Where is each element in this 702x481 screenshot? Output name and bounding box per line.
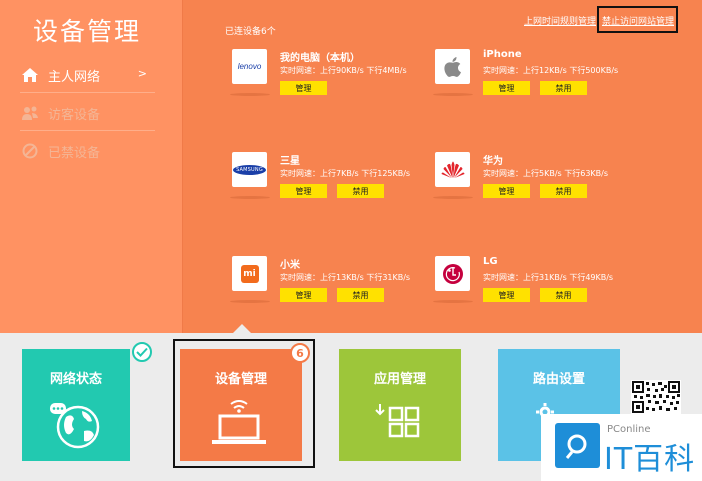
globe-icon bbox=[22, 389, 130, 461]
qr-code[interactable] bbox=[631, 380, 681, 414]
divider bbox=[20, 92, 155, 93]
sidebar-item-host-network[interactable]: 主人网络 > bbox=[20, 60, 155, 90]
divider bbox=[20, 130, 155, 131]
logo-shadow bbox=[433, 300, 473, 303]
sidebar-item-label: 访客设备 bbox=[48, 107, 101, 123]
ban-button[interactable]: 禁用 bbox=[337, 184, 384, 198]
device-card: mi 小米 实时网速：上行13KB/s 下行31KB/s 管理 禁用 bbox=[230, 256, 437, 316]
ban-button[interactable]: 禁用 bbox=[540, 184, 587, 198]
device-name: 华为 bbox=[483, 156, 503, 167]
device-speed: 实时网速：上行7KB/s 下行125KB/s bbox=[280, 169, 411, 178]
logo-text: mi bbox=[240, 264, 259, 283]
logo-text: SAMSUNG bbox=[233, 164, 266, 175]
tile-app-management[interactable]: 应用管理 bbox=[339, 349, 461, 461]
connected-count: 已连设备6个 bbox=[225, 27, 276, 37]
ban-button[interactable]: 禁用 bbox=[337, 288, 384, 302]
page-title: 设备管理 bbox=[33, 17, 142, 46]
manage-button[interactable]: 管理 bbox=[483, 81, 530, 95]
device-speed: 实时网速：上行90KB/s 下行4MB/s bbox=[280, 66, 407, 75]
sidebar-item-guest-devices[interactable]: 访客设备 bbox=[20, 98, 155, 128]
apps-grid-icon bbox=[339, 389, 461, 461]
sidebar-item-label: 主人网络 bbox=[48, 69, 101, 85]
samsung-logo: SAMSUNG bbox=[232, 152, 267, 187]
manage-button[interactable]: 管理 bbox=[483, 184, 530, 198]
device-name: LG bbox=[483, 256, 498, 267]
device-speed: 实时网速：上行5KB/s 下行63KB/s bbox=[483, 169, 609, 178]
device-card: lenovo 我的电脑（本机） 实时网速：上行90KB/s 下行4MB/s 管理 bbox=[230, 49, 437, 109]
tile-label: 路由设置 bbox=[532, 372, 585, 387]
ban-icon bbox=[20, 141, 40, 161]
home-icon bbox=[20, 65, 40, 85]
tile-label: 应用管理 bbox=[373, 372, 426, 387]
manage-button[interactable]: 管理 bbox=[280, 81, 327, 95]
logo-shadow bbox=[230, 196, 270, 199]
lenovo-logo: lenovo bbox=[232, 49, 267, 84]
magnifier-icon bbox=[555, 423, 600, 468]
sidebar bbox=[0, 0, 183, 333]
users-icon bbox=[20, 103, 40, 123]
device-name: 我的电脑（本机） bbox=[280, 53, 360, 64]
sidebar-item-banned-devices[interactable]: 已禁设备 bbox=[20, 136, 155, 166]
device-card: iPhone 实时网速：上行12KB/s 下行500KB/s 管理 禁用 bbox=[433, 49, 640, 109]
ban-button[interactable]: 禁用 bbox=[540, 288, 587, 302]
logo-text: lenovo bbox=[237, 62, 262, 71]
check-badge bbox=[132, 342, 152, 362]
huawei-icon bbox=[441, 161, 464, 178]
brand-watermark: PConline IT百科 bbox=[541, 414, 702, 481]
highlight-box bbox=[597, 6, 678, 33]
device-card: LG 实时网速：上行31KB/s 下行49KB/s 管理 禁用 bbox=[433, 256, 640, 316]
device-speed: 实时网速：上行13KB/s 下行31KB/s bbox=[280, 273, 411, 282]
apple-icon bbox=[443, 56, 461, 77]
manage-button[interactable]: 管理 bbox=[483, 288, 530, 302]
device-name: 小米 bbox=[280, 260, 300, 271]
logo-shadow bbox=[433, 93, 473, 96]
brand-big: IT百科 bbox=[604, 442, 696, 477]
lg-logo bbox=[435, 256, 470, 291]
device-card: 华为 实时网速：上行5KB/s 下行63KB/s 管理 禁用 bbox=[433, 152, 640, 212]
manage-button[interactable]: 管理 bbox=[280, 184, 327, 198]
lg-icon bbox=[442, 263, 463, 284]
logo-shadow bbox=[230, 300, 270, 303]
schedule-rules-link[interactable]: 上网时间规则管理 bbox=[524, 14, 596, 27]
device-count-badge: 6 bbox=[290, 343, 310, 363]
chevron-right-icon: > bbox=[137, 67, 147, 80]
huawei-logo bbox=[435, 152, 470, 187]
sidebar-item-label: 已禁设备 bbox=[48, 145, 101, 161]
logo-shadow bbox=[433, 196, 473, 199]
manage-button[interactable]: 管理 bbox=[280, 288, 327, 302]
ban-button[interactable]: 禁用 bbox=[540, 81, 587, 95]
device-name: 三星 bbox=[280, 156, 300, 167]
logo-shadow bbox=[230, 93, 270, 96]
apple-logo bbox=[435, 49, 470, 84]
device-name: iPhone bbox=[483, 49, 522, 60]
xiaomi-logo: mi bbox=[232, 256, 267, 291]
device-card: SAMSUNG 三星 实时网速：上行7KB/s 下行125KB/s 管理 禁用 bbox=[230, 152, 437, 212]
tile-label: 网络状态 bbox=[49, 372, 102, 387]
active-pointer bbox=[233, 324, 251, 333]
tile-network-status[interactable]: 网络状态 bbox=[22, 349, 130, 461]
device-speed: 实时网速：上行31KB/s 下行49KB/s bbox=[483, 273, 614, 282]
check-icon bbox=[136, 347, 148, 357]
device-speed: 实时网速：上行12KB/s 下行500KB/s bbox=[483, 66, 619, 75]
